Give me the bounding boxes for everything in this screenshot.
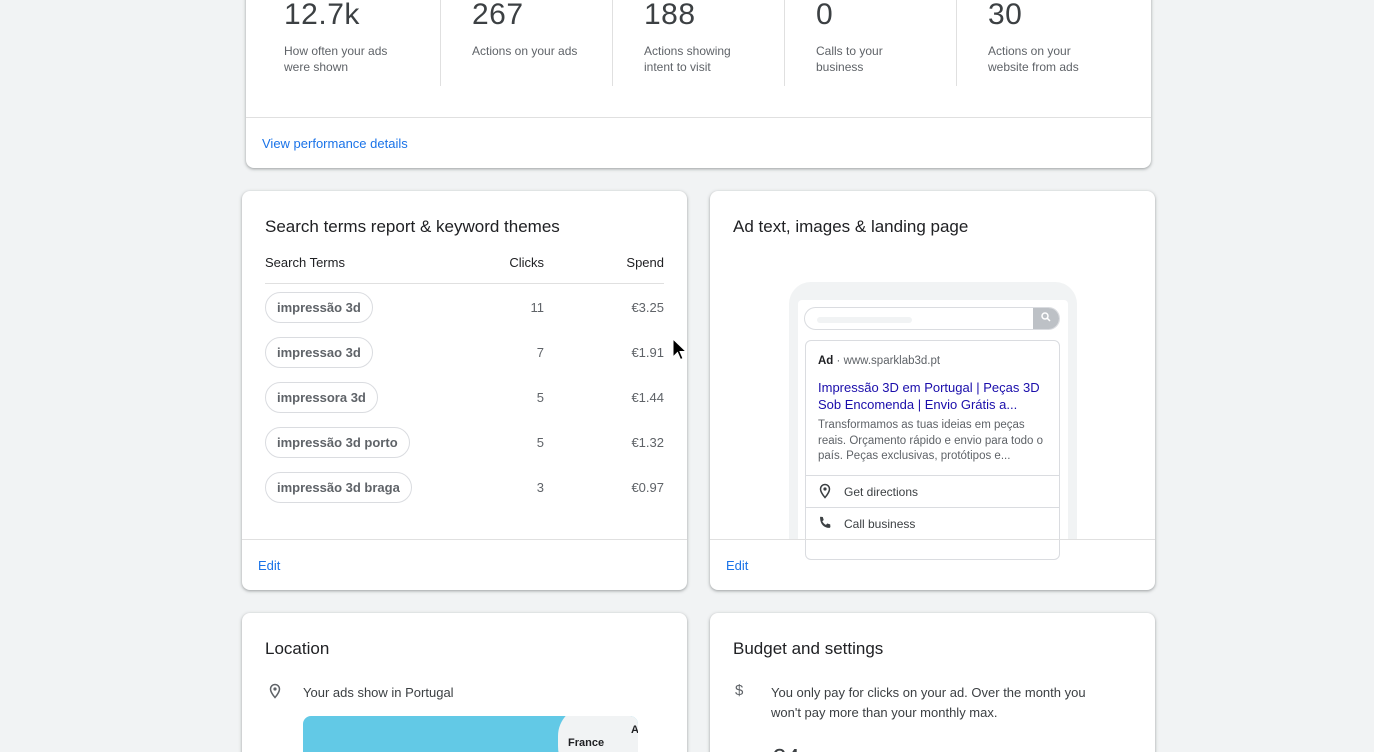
divider bbox=[612, 0, 613, 86]
search-term-chip[interactable]: impressão 3d bbox=[265, 292, 373, 323]
clicks-cell: 5 bbox=[536, 390, 544, 405]
search-terms-card: Search terms report & keyword themes Sea… bbox=[242, 191, 687, 590]
phone-screen: Ad · www.sparklab3d.pt Impressão 3D em P… bbox=[798, 300, 1068, 560]
metric-label: Actions showing intent to visit bbox=[644, 44, 731, 74]
column-header-search-terms: Search Terms bbox=[265, 255, 345, 270]
ad-headline: Impressão 3D em Portugal | Peças 3D Sob … bbox=[818, 380, 1040, 412]
divider bbox=[956, 0, 957, 86]
divider bbox=[242, 539, 687, 540]
spend-cell: €1.91 bbox=[631, 345, 664, 360]
ad-description: Transformamos as tuas ideias em peças re… bbox=[818, 419, 1044, 462]
clicks-cell: 11 bbox=[530, 300, 545, 315]
metric-value: 30 bbox=[988, 0, 1023, 31]
divider bbox=[710, 539, 1155, 540]
budget-card: Budget and settings $ You only pay for c… bbox=[710, 613, 1155, 752]
location-pin-icon bbox=[267, 683, 283, 699]
table-row: impressao 3d 7 €1.91 bbox=[265, 337, 664, 369]
column-header-spend: Spend bbox=[626, 255, 664, 270]
mock-search-button bbox=[1033, 308, 1059, 329]
card-title: Location bbox=[265, 639, 330, 658]
spend-cell: €0.97 bbox=[631, 480, 664, 495]
map-label-france: France bbox=[568, 737, 605, 749]
card-title: Ad text, images & landing page bbox=[733, 217, 969, 236]
view-performance-details-link[interactable]: View performance details bbox=[262, 136, 408, 151]
table-row: impressão 3d braga 3 €0.97 bbox=[265, 472, 664, 504]
metric-label: Actions on your website from ads bbox=[988, 44, 1079, 74]
card-title: Search terms report & keyword themes bbox=[265, 217, 560, 236]
search-term-chip[interactable]: impressão 3d braga bbox=[265, 472, 412, 503]
table-row: impressão 3d porto 5 €1.32 bbox=[265, 427, 664, 459]
metric-value: 188 bbox=[644, 0, 696, 31]
edit-search-terms-link[interactable]: Edit bbox=[258, 558, 280, 573]
clicks-cell: 7 bbox=[536, 345, 544, 360]
clicks-cell: 5 bbox=[536, 435, 544, 450]
spend-cell: €1.44 bbox=[631, 390, 664, 405]
spend-cell: €1.32 bbox=[631, 435, 664, 450]
dollar-icon: $ bbox=[735, 682, 744, 699]
metric-value: 12.7k bbox=[284, 0, 360, 31]
ad-preview-card: Ad text, images & landing page Ad · www.… bbox=[710, 191, 1155, 590]
metric-value: 267 bbox=[472, 0, 524, 31]
search-term-chip[interactable]: impressora 3d bbox=[265, 382, 378, 413]
location-card: Location Your ads show in Portugal Franc… bbox=[242, 613, 687, 752]
location-text: Your ads show in Portugal bbox=[303, 685, 454, 700]
map-label: A bbox=[631, 724, 638, 736]
ad-badge: Ad bbox=[818, 355, 834, 367]
table-row: impressão 3d 11 €3.25 bbox=[265, 292, 664, 324]
ad-preview: Ad · www.sparklab3d.pt Impressão 3D em P… bbox=[805, 340, 1060, 560]
card-title: Budget and settings bbox=[733, 639, 884, 658]
metric-label: Calls to your business bbox=[816, 44, 883, 74]
divider bbox=[265, 283, 664, 284]
clicks-cell: 3 bbox=[536, 480, 544, 495]
spend-cell: €3.25 bbox=[631, 300, 664, 315]
ad-action-label: Call business bbox=[844, 517, 916, 531]
ad-display-url: · www.sparklab3d.pt bbox=[836, 355, 941, 367]
location-map[interactable]: France A bbox=[303, 716, 638, 752]
location-pin-icon bbox=[817, 483, 833, 499]
divider bbox=[784, 0, 785, 86]
edit-ad-link[interactable]: Edit bbox=[726, 558, 748, 573]
search-icon bbox=[1041, 312, 1051, 325]
table-row: impressora 3d 5 €1.44 bbox=[265, 382, 664, 414]
budget-amount: €4 bbox=[771, 743, 800, 752]
mock-search-bar bbox=[804, 307, 1060, 330]
metric-value: 0 bbox=[816, 0, 834, 31]
ad-action-directions: Get directions bbox=[806, 475, 1059, 507]
ad-action-label: Get directions bbox=[844, 485, 919, 499]
metric-label: How often your ads were shown bbox=[284, 44, 388, 74]
search-term-chip[interactable]: impressao 3d bbox=[265, 337, 373, 368]
metric-label: Actions on your ads bbox=[472, 44, 578, 58]
phone-mockup: Ad · www.sparklab3d.pt Impressão 3D em P… bbox=[789, 282, 1077, 560]
ad-action-call: Call business bbox=[806, 507, 1059, 539]
budget-text: You only pay for clicks on your ad. Over… bbox=[771, 685, 1086, 720]
search-term-chip[interactable]: impressão 3d porto bbox=[265, 427, 410, 458]
column-header-clicks: Clicks bbox=[509, 255, 544, 270]
search-placeholder bbox=[817, 317, 912, 323]
divider bbox=[246, 117, 1151, 118]
divider bbox=[440, 0, 441, 86]
mouse-cursor-icon bbox=[672, 337, 688, 362]
ad-meta: Ad · www.sparklab3d.pt bbox=[818, 355, 940, 367]
performance-card: 12.7k How often your ads were shown 267 … bbox=[246, 0, 1151, 168]
phone-icon bbox=[817, 515, 833, 531]
